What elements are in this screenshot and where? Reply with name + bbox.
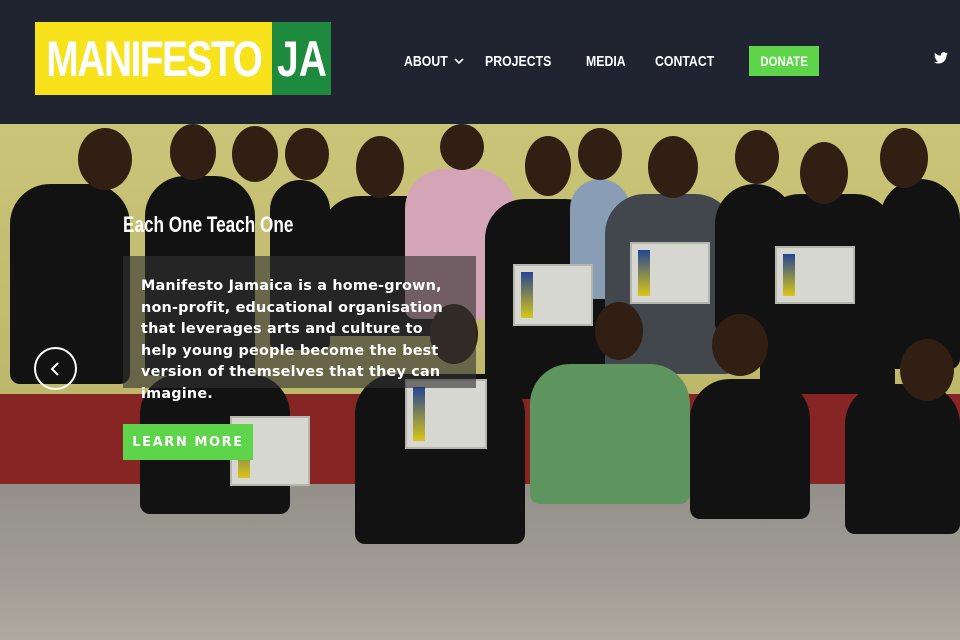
nav-contact[interactable]: CONTACT <box>655 53 727 70</box>
site-logo[interactable]: MANIFESTO JA <box>35 22 331 95</box>
nav-about-label: ABOUT <box>404 52 448 70</box>
nav-projects[interactable]: PROJECTS <box>485 53 566 70</box>
nav-contact-label: CONTACT <box>654 52 714 70</box>
nav-media[interactable]: MEDIA <box>586 53 634 70</box>
slide-caption-box: Manifesto Jamaica is a home-grown, non-p… <box>123 256 476 402</box>
chevron-left-icon <box>50 361 59 376</box>
slide-title: Each One Teach One <box>123 212 294 237</box>
learn-more-button[interactable]: LEARN MORE <box>123 424 253 460</box>
site-header: MANIFESTO JA ABOUT PROJECTS MEDIA CONTAC… <box>0 0 960 124</box>
slider-prev-button[interactable] <box>34 347 77 390</box>
donate-button[interactable]: DONATE <box>748 46 819 76</box>
nav-projects-label: PROJECTS <box>485 52 552 70</box>
logo-ja-badge: JA <box>272 22 331 95</box>
logo-wordmark: MANIFESTO <box>35 22 272 95</box>
nav-media-label: MEDIA <box>586 52 626 70</box>
chevron-down-icon <box>454 58 464 65</box>
slide-description: Manifesto Jamaica is a home-grown, non-p… <box>141 278 443 402</box>
hero-slider: Each One Teach One Manifesto Jamaica is … <box>0 124 960 640</box>
twitter-icon[interactable] <box>934 52 948 64</box>
main-nav: ABOUT PROJECTS MEDIA CONTACT DONATE <box>404 46 819 76</box>
donate-label: DONATE <box>759 53 808 69</box>
nav-about[interactable]: ABOUT <box>404 53 465 70</box>
